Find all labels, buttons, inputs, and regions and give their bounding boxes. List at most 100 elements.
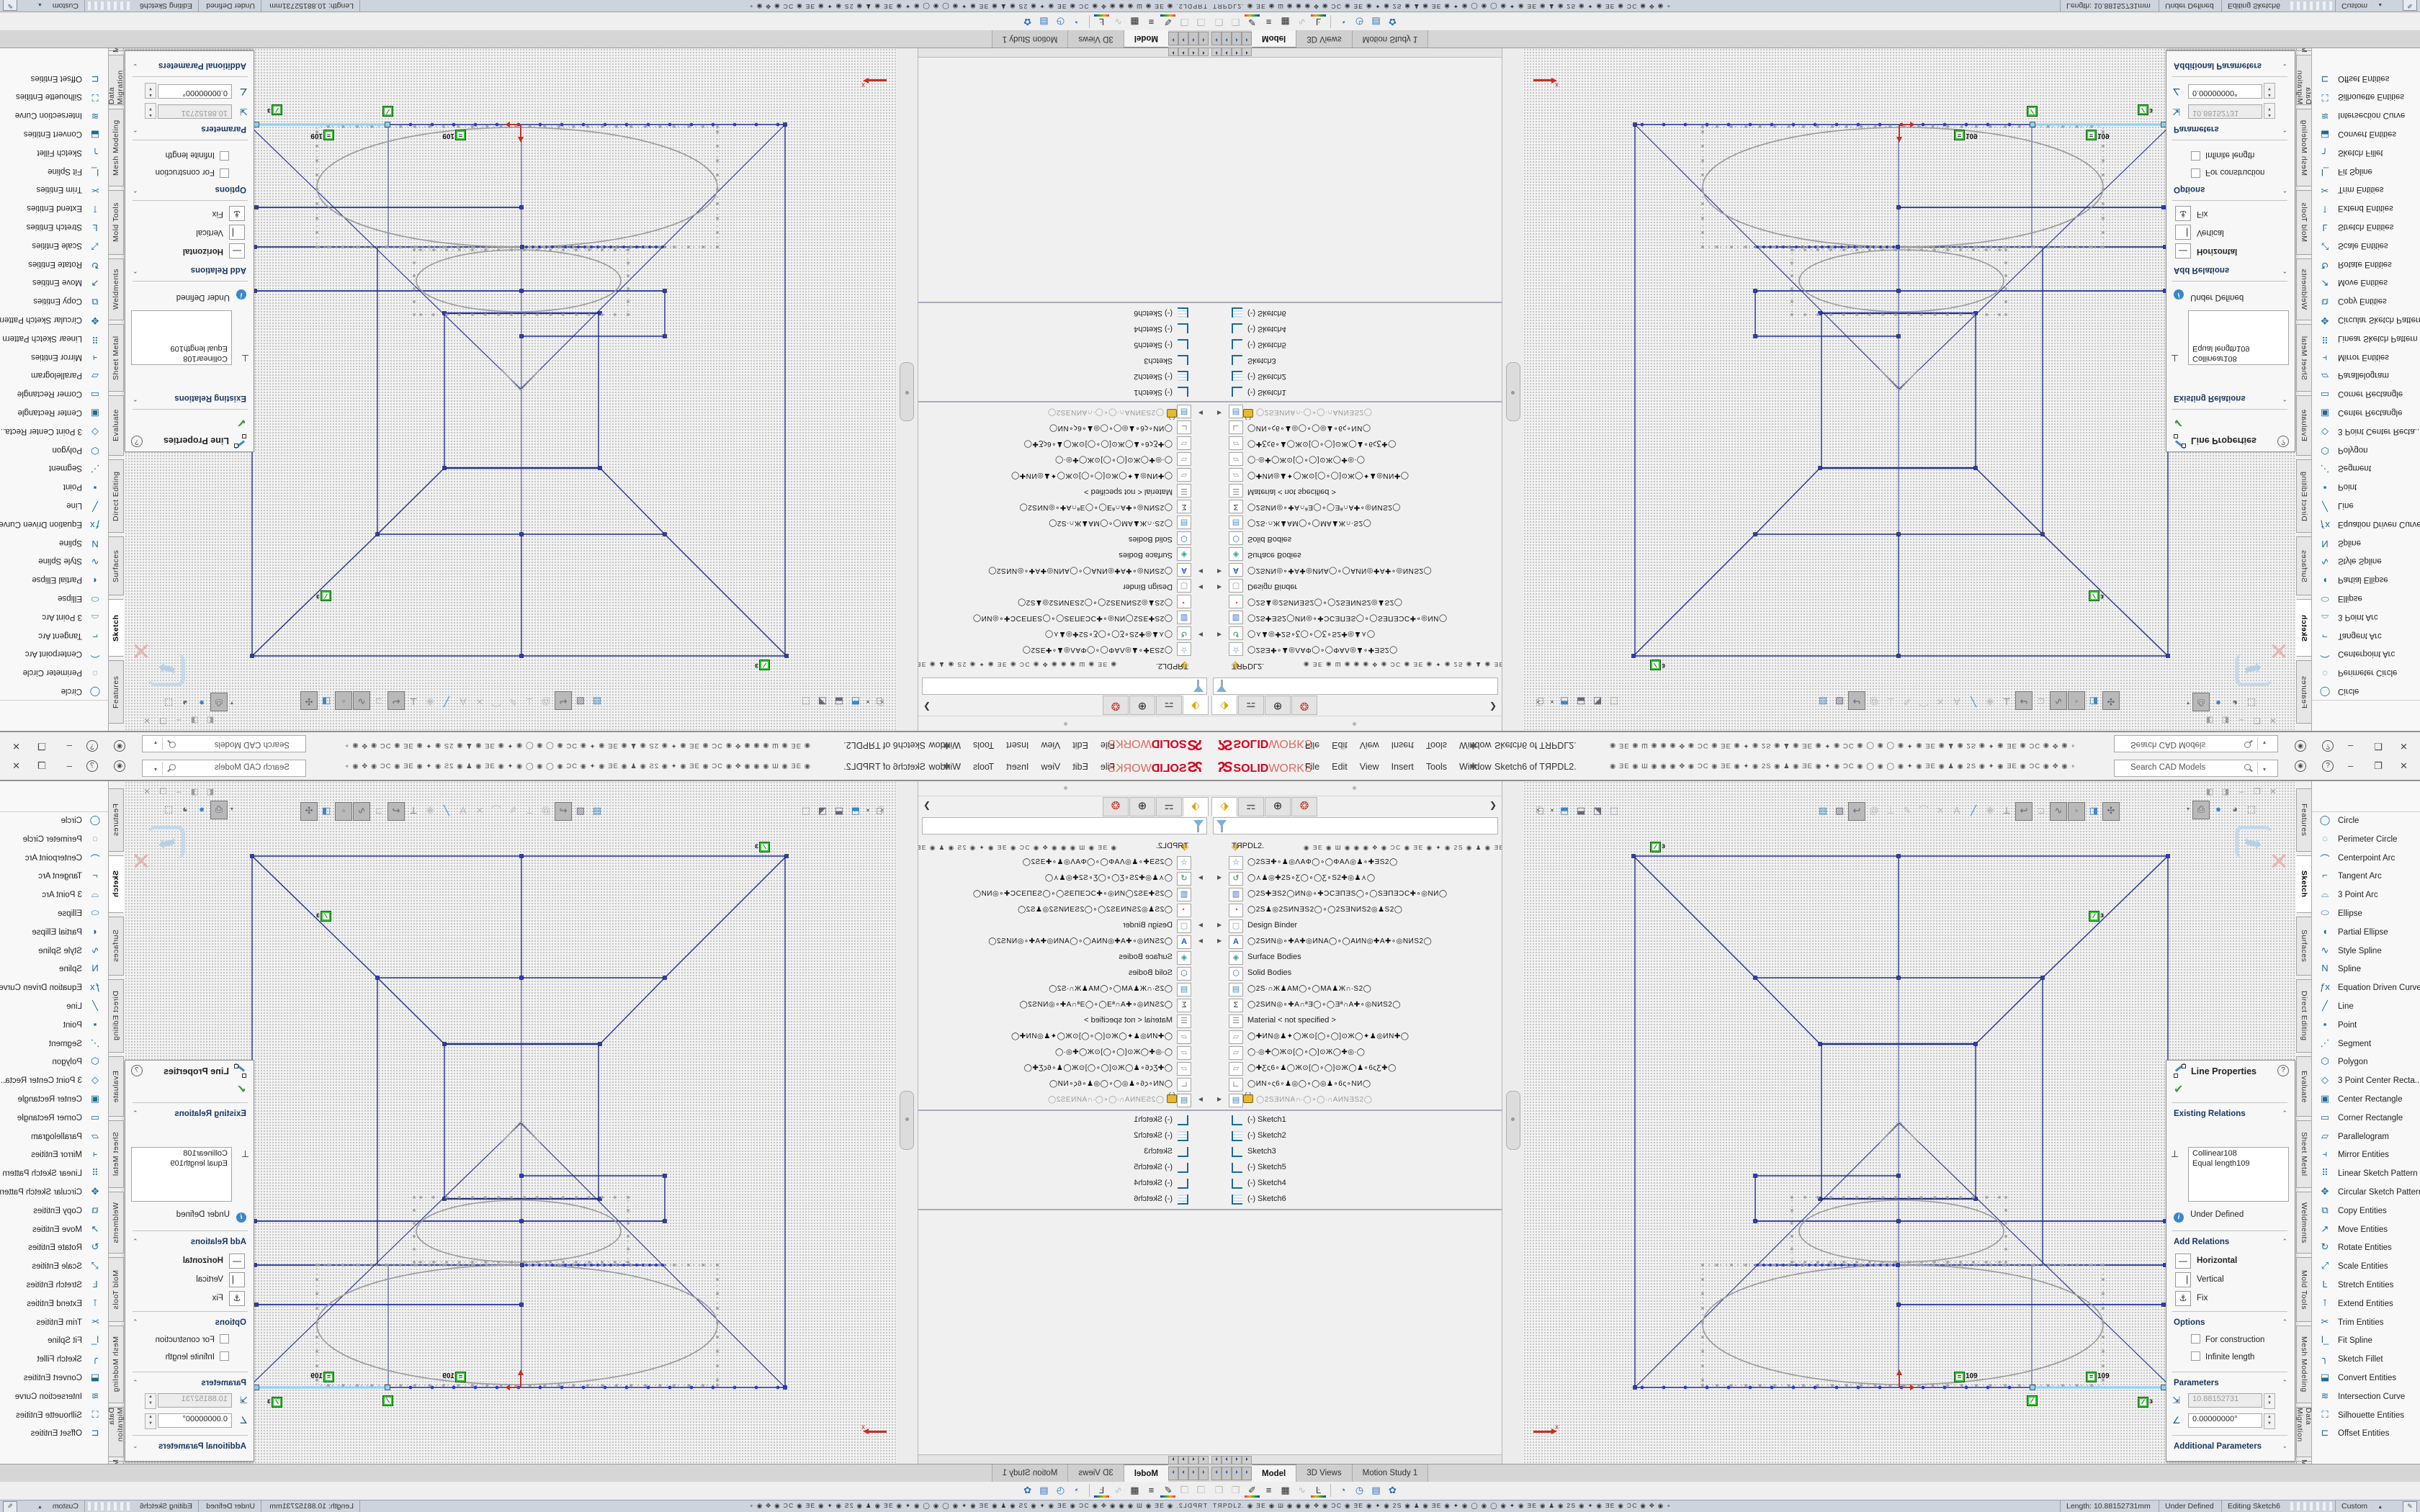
- tags-icon[interactable]: ✎: [2403, 1501, 2417, 1512]
- expander-icon[interactable]: ▶: [1217, 1096, 1222, 1102]
- tool-circle[interactable]: ◯Circle: [0, 812, 108, 831]
- sketch-list-item[interactable]: Sketch3: [1210, 1144, 1502, 1160]
- tree-row[interactable]: Σ◯2SИN◎∘✚A∩ªƎ◯∘◯Ǝª∩A✚∘◎NИS2◯: [1210, 499, 1502, 515]
- tool-equation-driven-curve[interactable]: ƒxEquation Driven Curve: [0, 514, 108, 533]
- expander-icon[interactable]: ▶: [1217, 568, 1222, 575]
- parameter-field[interactable]: ∠0.00000000°▲▼: [2172, 81, 2275, 99]
- tree-row[interactable]: ▶▢Design Binder: [918, 918, 1210, 934]
- panel-help-icon[interactable]: ?: [131, 1065, 143, 1076]
- tool-sketch-fillet[interactable]: ╮Sketch Fillet: [2312, 143, 2420, 161]
- splitter-handle[interactable]: [1506, 1091, 1520, 1150]
- tool-partial-ellipse[interactable]: ◖Partial Ellipse: [0, 570, 108, 588]
- pin-icon[interactable]: ✱: [943, 761, 951, 773]
- tool-3-point-center-recta-[interactable]: ◇3 Point Center Recta...: [2312, 1072, 2420, 1091]
- tool-scale-entities[interactable]: ⤢Scale Entities: [2312, 1258, 2420, 1277]
- tree-row[interactable]: ▶↺◯⋏♟◎✚2S∘Ƹ◯∘◯Ƹ∘S2✚◎♟⋏◯: [918, 870, 1210, 886]
- tree-row[interactable]: ◔◯2S♟◎2SИNƎS2◯∘◯2SƎNИS2◎♟S2◯: [918, 594, 1210, 610]
- menu-file[interactable]: File: [1101, 740, 1115, 750]
- tool-circular-sketch-pattern[interactable]: ✥Circular Sketch Pattern: [0, 1184, 108, 1202]
- bottom-toolbar-icon[interactable]: ∿: [1111, 1482, 1126, 1498]
- sketch-list-item[interactable]: (-) Sketch4: [1210, 1176, 1502, 1192]
- close-button[interactable]: ✕: [12, 760, 20, 772]
- tool-point[interactable]: ▪Point: [0, 477, 108, 495]
- sketch-list-item[interactable]: (-) Sketch2: [1210, 1128, 1502, 1144]
- bottom-toolbar-icon[interactable]: ≡: [1261, 1482, 1276, 1498]
- spinner[interactable]: ▲▼: [145, 83, 156, 99]
- ok-button[interactable]: ✔: [2174, 415, 2183, 430]
- tool-ellipse[interactable]: ⬭Ellipse: [0, 588, 108, 607]
- tool-linear-sketch-pattern[interactable]: ⠿Linear Sketch Pattern: [2312, 328, 2420, 347]
- tool-partial-ellipse[interactable]: ◖Partial Ellipse: [2312, 570, 2420, 588]
- tool-convert-entities[interactable]: ⬓Convert Entities: [2312, 1369, 2420, 1388]
- tree-row[interactable]: ▱◯∙◎✚◯Ж⊙[◯∘◯]⊙Ж◯✚◎∙◯: [918, 1045, 1210, 1061]
- tree-row[interactable]: ▶A◯2SИN◎∘✚A✚◎ИNA◯∘◯AИN◎✚A✚∘◎NИS2◯: [1210, 934, 1502, 950]
- parameter-field[interactable]: ⇲10.88152731▲▼: [2172, 1393, 2275, 1410]
- bottom-toolbar-icon[interactable]: ✐: [1160, 14, 1175, 30]
- tool-segment[interactable]: ⋰Segment: [0, 1035, 108, 1054]
- option-infinite-length[interactable]: Infinite length: [2191, 1351, 2254, 1364]
- cm-tab-surfaces[interactable]: Surfaces: [2296, 536, 2312, 595]
- bottom-toolbar-icon[interactable]: ◷: [1352, 14, 1367, 30]
- close-button[interactable]: ✕: [2400, 760, 2408, 772]
- tool-tangent-arc[interactable]: ⌐Tangent Arc: [0, 868, 108, 886]
- splitter-handle[interactable]: [900, 362, 914, 421]
- cm-tab-mesh-modeling[interactable]: Mesh Modeling: [108, 109, 124, 186]
- bottom-toolbar-icon[interactable]: ✿: [1385, 14, 1400, 30]
- tool-perimeter-circle[interactable]: ◌Perimeter Circle: [0, 662, 108, 681]
- tool-style-spline[interactable]: ∿Style Spline: [2312, 552, 2420, 570]
- minimize-button[interactable]: –: [2348, 741, 2353, 752]
- parameter-field[interactable]: ⇲10.88152731▲▼: [2172, 102, 2275, 119]
- bottom-toolbar-icon[interactable]: Ŀ: [1094, 14, 1109, 30]
- cm-tab-direct-editing[interactable]: Direct Editing: [108, 979, 124, 1053]
- relation-item[interactable]: Equal length109: [2189, 344, 2288, 354]
- help-icon[interactable]: ?: [86, 740, 98, 752]
- sketch-list-item[interactable]: Sketch3: [1210, 352, 1502, 368]
- cm-tab-features[interactable]: Features: [2296, 660, 2312, 724]
- tool-polygon[interactable]: ⬡Polygon: [0, 1053, 108, 1072]
- sketch-list-item[interactable]: (-) Sketch2: [1210, 368, 1502, 384]
- tool-polygon[interactable]: ⬡Polygon: [2312, 440, 2420, 459]
- expander-icon[interactable]: ▶: [1217, 937, 1222, 944]
- expander-icon[interactable]: ▶: [1217, 410, 1222, 416]
- bottom-toolbar-icon[interactable]: ❐: [1193, 14, 1209, 30]
- relation-tag-collinear[interactable]: ∕: [382, 1395, 393, 1405]
- menu-insert[interactable]: Insert: [1392, 740, 1414, 750]
- cm-tab-features[interactable]: Features: [108, 788, 124, 852]
- add-relation-fix[interactable]: ⚓Fix: [212, 1291, 245, 1307]
- tool-point[interactable]: ▪Point: [2312, 477, 2420, 495]
- relation-tag-collinear[interactable]: ∕: [2027, 1395, 2038, 1405]
- bottom-toolbar-icon[interactable]: ▦: [1278, 14, 1293, 30]
- tool-linear-sketch-pattern[interactable]: ⠿Linear Sketch Pattern: [0, 1165, 108, 1184]
- add-relation-fix[interactable]: ⚓Fix: [2175, 205, 2208, 221]
- user-account-icon[interactable]: ◉: [114, 760, 125, 772]
- cm-tab-mesh-modeling[interactable]: Mesh Modeling: [108, 1326, 124, 1403]
- tree-row[interactable]: ▶▤◯2SƎИNA∩∙◯∘◯∙∩AИNƎS2◯: [1210, 1092, 1502, 1108]
- cm-tab-data-migration[interactable]: Data Migration: [2296, 55, 2312, 105]
- relation-tag[interactable]: ∕ɜ: [1650, 661, 1665, 670]
- bottom-toolbar-icon[interactable]: ◔: [1335, 14, 1350, 30]
- doc-nav-icon[interactable]: ⏵: [1168, 1467, 1178, 1480]
- add-relation-horizontal[interactable]: —Horizontal: [2175, 243, 2237, 258]
- tree-row[interactable]: ☰Material < not specified >: [918, 483, 1210, 499]
- tool-polygon[interactable]: ⬡Polygon: [2312, 1053, 2420, 1072]
- tool-fit-spline[interactable]: Ɩ_Fit Spline: [2312, 161, 2420, 180]
- tree-row[interactable]: ▱◯∙◎✚◯Ж⊙[◯∘◯]⊙Ж◯✚◎∙◯: [918, 451, 1210, 467]
- cm-tab-sheet-metal[interactable]: Sheet Metal: [108, 324, 124, 392]
- tool-centerpoint-arc[interactable]: ⌒Centerpoint Arc: [0, 644, 108, 663]
- option-for-construction[interactable]: For construction: [156, 165, 229, 178]
- tool-trim-entities[interactable]: ✂Trim Entities: [2312, 1314, 2420, 1333]
- tool-perimeter-circle[interactable]: ◌Perimeter Circle: [0, 831, 108, 850]
- sketch-list-item[interactable]: (-) Sketch5: [918, 336, 1210, 352]
- tree-row[interactable]: Σ◯2SИN◎∘✚A∩ªƎ◯∘◯Ǝª∩A✚∘◎NИS2◯: [918, 997, 1210, 1013]
- pin-icon[interactable]: ✱: [943, 739, 951, 751]
- tree-row[interactable]: ▱◯∙◎✚◯Ж⊙[◯∘◯]⊙Ж◯✚◎∙◯: [1210, 451, 1502, 467]
- restore-button[interactable]: ❐: [37, 740, 46, 752]
- option-infinite-length[interactable]: Infinite length: [2191, 148, 2254, 161]
- unit-system-selector[interactable]: Custom▲: [15, 1500, 85, 1512]
- relation-tag[interactable]: ∕ɜ: [267, 106, 282, 115]
- menu-view[interactable]: View: [1041, 740, 1060, 750]
- relation-tag-equal109[interactable]: =109: [310, 131, 334, 140]
- tree-row[interactable]: ◈Surface Bodies: [918, 546, 1210, 562]
- cm-tab-direct-editing[interactable]: Direct Editing: [2296, 459, 2312, 533]
- tags-icon[interactable]: ✎: [3, 1501, 17, 1512]
